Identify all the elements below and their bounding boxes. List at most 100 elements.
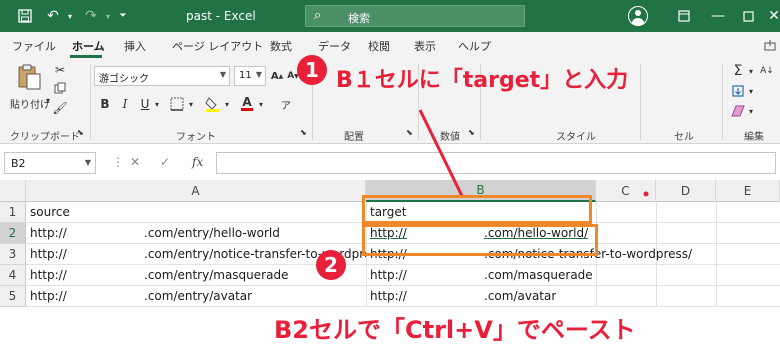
clear-icon[interactable] xyxy=(730,102,746,120)
paste-label[interactable]: 貼り付け xyxy=(10,96,50,111)
row-header-5[interactable]: 5 xyxy=(0,286,26,307)
fill-color-icon[interactable] xyxy=(204,96,222,112)
cancel-entry-icon[interactable]: ✕ xyxy=(130,155,140,169)
row-header-4[interactable]: 4 xyxy=(0,265,26,286)
tab-file[interactable]: ファイル xyxy=(12,38,56,54)
ribbon-tabs: ファイル ホーム 挿入 ページ レイアウト 数式 データ 校閲 表示 ヘルプ xyxy=(0,32,780,58)
autosum-icon[interactable]: Σ xyxy=(730,62,746,80)
font-name-value: 游ゴシック xyxy=(99,74,149,85)
cell-b5-suffix[interactable]: .com/avatar xyxy=(484,286,556,307)
chevron-down-icon: ▼ xyxy=(84,158,91,167)
customize-toolbar-icon[interactable]: ⏷ xyxy=(116,6,130,26)
underline-dropdown-icon[interactable]: ▾ xyxy=(152,96,162,112)
row-header-1[interactable]: 1 xyxy=(0,202,26,223)
cell-a2-prefix[interactable]: http:// xyxy=(30,223,68,244)
chevron-down-icon: ▼ xyxy=(219,70,226,79)
cell-a5-suffix[interactable]: .com/entry/avatar xyxy=(144,286,252,307)
cut-icon[interactable]: ✂ xyxy=(52,62,68,78)
group-label-alignment: 配置 xyxy=(344,132,364,143)
redo-icon[interactable]: ↷ xyxy=(82,6,100,26)
row-header-2[interactable]: 2 xyxy=(0,223,26,244)
tab-page-layout[interactable]: ページ レイアウト xyxy=(172,38,263,54)
tab-insert[interactable]: 挿入 xyxy=(124,38,146,54)
paste-icon[interactable] xyxy=(12,62,46,92)
chevron-down-icon: ▼ xyxy=(255,70,262,79)
number-launcher-icon[interactable]: ⬊ xyxy=(468,128,475,137)
window-title: past - Excel xyxy=(186,9,256,23)
fill-dropdown-icon[interactable]: ▾ xyxy=(746,82,756,100)
underline-button[interactable]: U xyxy=(138,96,152,112)
tab-data[interactable]: データ xyxy=(318,38,351,54)
step-1-instruction: B１セルに「target」と入力 xyxy=(336,68,629,93)
font-name-dropdown[interactable]: 游ゴシック ▼ xyxy=(94,66,230,86)
undo-dropdown-icon[interactable]: ▾ xyxy=(64,6,76,26)
column-header-d[interactable]: D xyxy=(656,180,716,202)
group-label-number: 数値 xyxy=(440,132,460,143)
column-header-c[interactable]: C xyxy=(596,180,656,202)
cell-a2-suffix[interactable]: .com/entry/hello-world xyxy=(144,223,280,244)
cell-a3-prefix[interactable]: http:// xyxy=(30,244,68,265)
cell-a4-suffix[interactable]: .com/entry/masquerade xyxy=(144,265,288,286)
group-label-font: フォント xyxy=(176,132,216,143)
ribbon-separator xyxy=(90,64,91,140)
name-box-value: B2 xyxy=(11,157,26,170)
borders-dropdown-icon[interactable]: ▾ xyxy=(186,96,196,112)
fill-icon[interactable] xyxy=(730,82,746,100)
tab-home[interactable]: ホーム xyxy=(72,38,105,54)
tab-help[interactable]: ヘルプ xyxy=(458,38,491,54)
cell-a4-prefix[interactable]: http:// xyxy=(30,265,68,286)
bold-button[interactable]: B xyxy=(98,96,112,112)
share-icon[interactable] xyxy=(762,36,778,54)
cell-b4-suffix[interactable]: .com/masquerade xyxy=(484,265,593,286)
undo-icon[interactable]: ↶ xyxy=(44,6,62,26)
select-all-corner[interactable] xyxy=(0,180,26,202)
font-size-value: 11 xyxy=(239,70,252,81)
font-color-icon[interactable]: A xyxy=(240,94,254,112)
close-icon[interactable]: ✕ xyxy=(768,6,780,26)
tab-view[interactable]: 表示 xyxy=(414,38,436,54)
row-header-3[interactable]: 3 xyxy=(0,244,26,265)
insert-function-icon[interactable]: fx xyxy=(192,155,203,169)
clipboard-launcher-icon[interactable]: ⬊ xyxy=(77,128,84,137)
ribbon-display-icon[interactable] xyxy=(676,6,692,26)
avatar-head xyxy=(635,10,641,16)
paste-dropdown-icon[interactable]: ▾ xyxy=(46,96,50,105)
phonetic-icon[interactable]: ア xyxy=(278,96,294,112)
cell-a1[interactable]: source xyxy=(30,202,70,223)
tab-review[interactable]: 校閲 xyxy=(368,38,390,54)
step-1-badge: 1 xyxy=(297,55,327,85)
formula-bar: B2 ▼ ⋮ ✕ ✓ fx xyxy=(0,144,780,180)
increase-font-icon[interactable]: A ▲ xyxy=(270,68,284,84)
minimize-icon[interactable]: — xyxy=(710,6,726,26)
name-box[interactable]: B2 ▼ xyxy=(4,152,96,174)
cell-b5-prefix[interactable]: http:// xyxy=(370,286,408,307)
font-color-dropdown-icon[interactable]: ▾ xyxy=(256,96,266,112)
sort-filter-icon[interactable]: A↓ xyxy=(756,62,778,80)
svg-text:A: A xyxy=(242,95,252,109)
autosum-dropdown-icon[interactable]: ▾ xyxy=(746,62,756,80)
redo-dropdown-icon[interactable]: ▾ xyxy=(102,6,114,26)
cell-a5-prefix[interactable]: http:// xyxy=(30,286,68,307)
copy-icon[interactable] xyxy=(52,80,68,96)
font-size-dropdown[interactable]: 11 ▼ xyxy=(234,66,266,86)
italic-button[interactable]: I xyxy=(118,96,132,112)
search-box[interactable]: ⌕ 検索 xyxy=(305,5,525,27)
maximize-icon[interactable] xyxy=(740,6,756,26)
title-bar: ↶ ▾ ↷ ▾ ⏷ past - Excel ⌕ 検索 — ✕ xyxy=(0,0,780,32)
alignment-launcher-icon[interactable]: ⬊ xyxy=(406,128,413,137)
borders-icon[interactable] xyxy=(168,96,186,112)
column-header-e[interactable]: E xyxy=(716,180,780,202)
account-avatar[interactable] xyxy=(628,6,648,26)
group-label-editing: 編集 xyxy=(744,132,764,143)
clear-dropdown-icon[interactable]: ▾ xyxy=(746,102,756,120)
cell-b4-prefix[interactable]: http:// xyxy=(370,265,408,286)
confirm-entry-icon[interactable]: ✓ xyxy=(160,155,170,169)
format-painter-icon[interactable]: 🖌 xyxy=(52,100,68,116)
formula-input[interactable] xyxy=(216,152,776,174)
fill-color-dropdown-icon[interactable]: ▾ xyxy=(222,96,232,112)
column-header-a[interactable]: A xyxy=(26,180,366,202)
save-icon[interactable] xyxy=(16,6,34,26)
tab-formulas[interactable]: 数式 xyxy=(270,38,292,54)
font-launcher-icon[interactable]: ⬊ xyxy=(300,128,307,137)
step-2-instruction: B2セルで「Ctrl+V」でペースト xyxy=(274,316,636,344)
